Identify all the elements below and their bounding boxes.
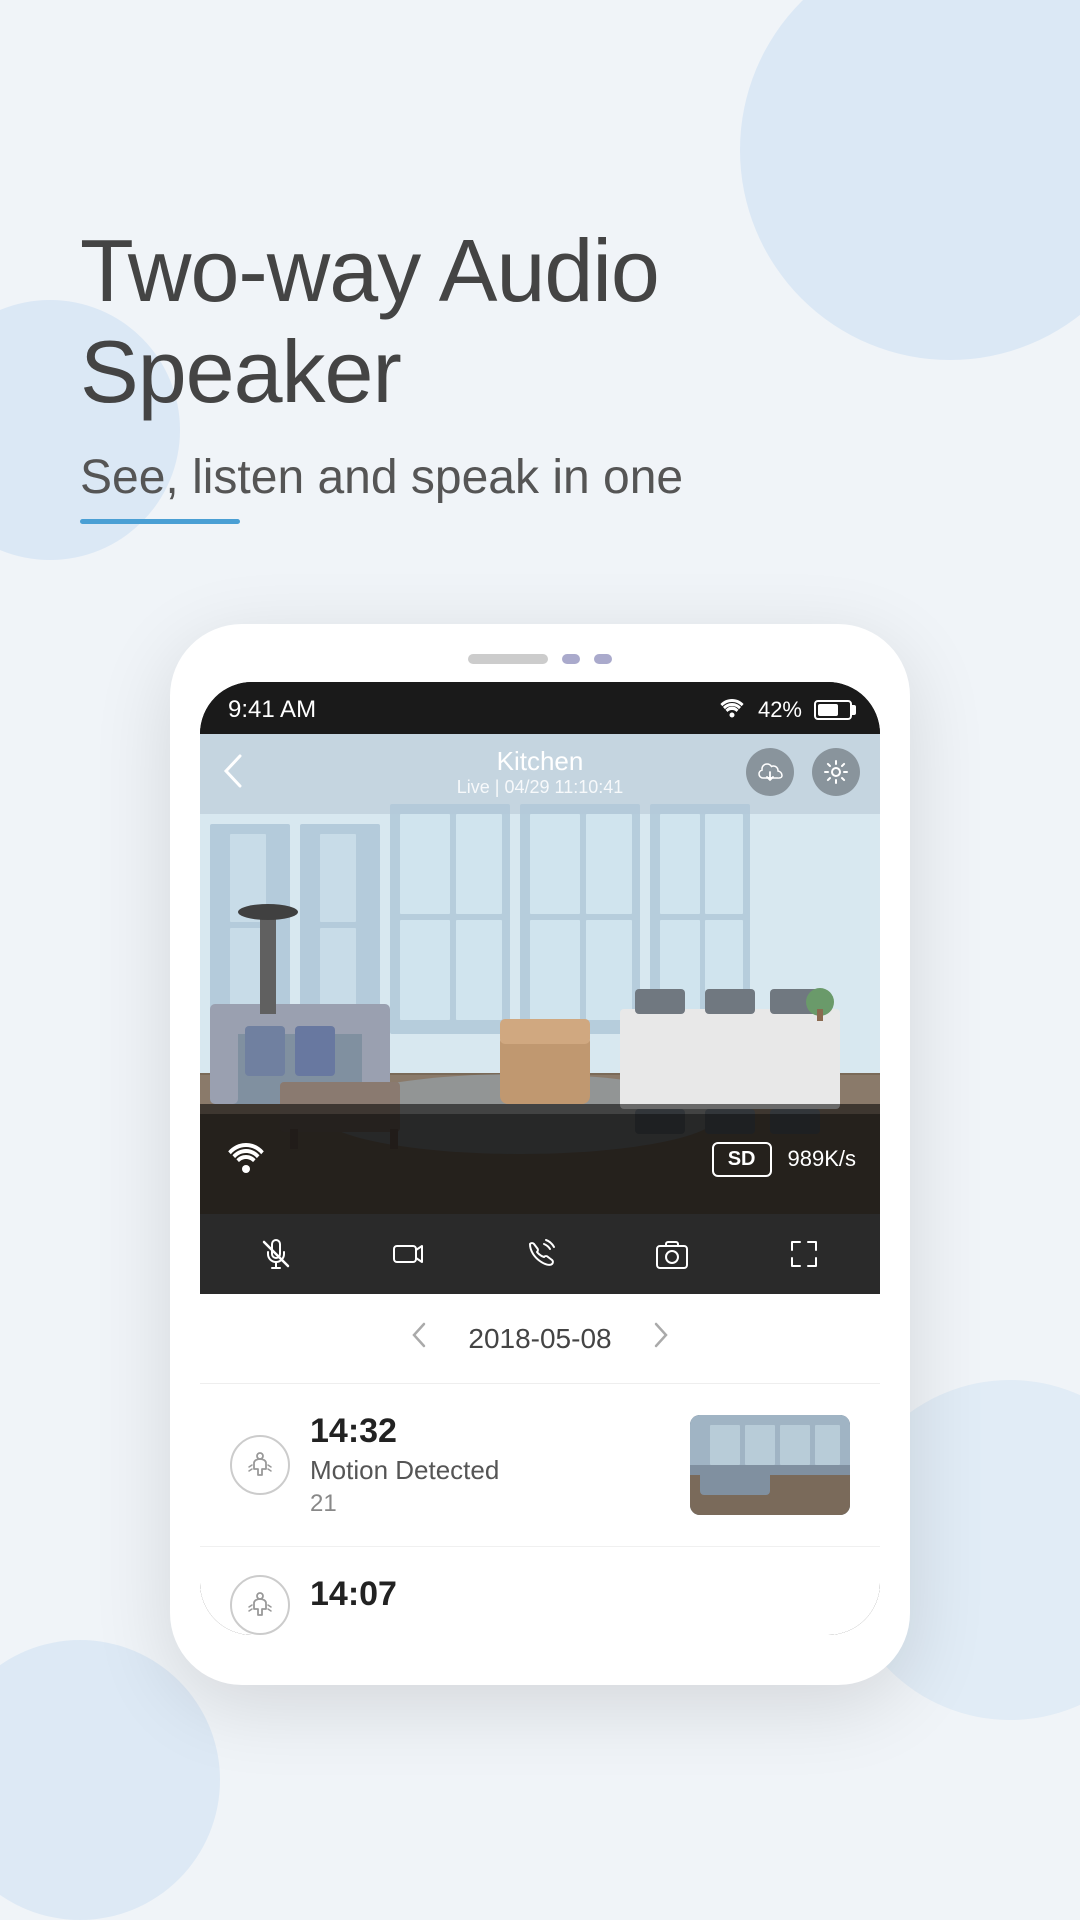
status-time: 9:41 AM	[228, 696, 316, 724]
event-type-0: Motion Detected	[310, 1455, 670, 1486]
status-bar: 9:41 AM 42%	[200, 682, 880, 734]
sd-badge: SD	[712, 1142, 772, 1177]
camera-title-area: Kitchen Live | 04/29 11:10:41	[457, 746, 624, 798]
dot-1[interactable]	[468, 654, 548, 664]
bitrate-display: 989K/s	[788, 1146, 857, 1172]
camera-live-info: Live | 04/29 11:10:41	[457, 777, 624, 798]
camera-bottom-overlay: SD 989K/s	[200, 1104, 880, 1214]
snapshot-button[interactable]	[654, 1236, 690, 1272]
phone-mockup-section: 9:41 AM 42%	[80, 624, 1000, 1685]
camera-name: Kitchen	[457, 746, 624, 777]
dot-2[interactable]	[562, 654, 580, 664]
event-time-0: 14:32	[310, 1412, 670, 1451]
live-separator: |	[495, 777, 505, 797]
date-prev-button[interactable]	[410, 1320, 428, 1357]
camera-top-icons	[746, 748, 860, 796]
dot-3[interactable]	[594, 654, 612, 664]
sd-quality-row: SD 989K/s	[712, 1142, 856, 1177]
event-thumbnail-0[interactable]	[690, 1415, 850, 1515]
camera-view: Kitchen Live | 04/29 11:10:41	[200, 734, 880, 1214]
status-icons: 42%	[718, 696, 852, 724]
phone-outer-card: 9:41 AM 42%	[170, 624, 910, 1685]
mute-button[interactable]	[258, 1236, 294, 1272]
current-date: 2018-05-08	[468, 1323, 611, 1355]
live-datetime: 04/29 11:10:41	[504, 777, 623, 797]
phone-frame: 9:41 AM 42%	[200, 682, 880, 1635]
carousel-dots[interactable]	[200, 654, 880, 664]
event-motion-icon-0	[230, 1435, 290, 1495]
battery-percentage: 42%	[758, 697, 802, 723]
hero-title: Two-way Audio Speaker	[80, 220, 1000, 422]
battery-icon	[814, 700, 852, 720]
event-time-1: 14:07	[310, 1575, 850, 1614]
wifi-icon	[718, 696, 746, 724]
event-item-1[interactable]: 14:07	[200, 1547, 880, 1635]
event-item-0[interactable]: 14:32 Motion Detected 21	[200, 1384, 880, 1547]
subtitle-underline	[80, 519, 240, 524]
event-count-0: 21	[310, 1490, 670, 1518]
events-list: 14:32 Motion Detected 21	[200, 1384, 880, 1635]
hero-subtitle: See, listen and speak in one	[80, 450, 1000, 505]
camera-control-bar	[200, 1214, 880, 1294]
live-label: Live	[457, 777, 490, 797]
event-info-0: 14:32 Motion Detected 21	[310, 1412, 670, 1518]
wifi-signal-area	[224, 1139, 268, 1180]
hero-title-line1: Two-way Audio	[80, 221, 659, 320]
date-selector: 2018-05-08	[200, 1294, 880, 1384]
audio-call-button[interactable]	[522, 1236, 558, 1272]
cloud-storage-button[interactable]	[746, 748, 794, 796]
camera-back-button[interactable]	[220, 752, 244, 798]
hero-section: Two-way Audio Speaker See, listen and sp…	[80, 0, 1000, 524]
date-next-button[interactable]	[652, 1320, 670, 1357]
hero-title-line2: Speaker	[80, 322, 401, 421]
record-button[interactable]	[390, 1236, 426, 1272]
event-info-1: 14:07	[310, 1575, 850, 1614]
settings-button[interactable]	[812, 748, 860, 796]
event-motion-icon-1	[230, 1575, 290, 1635]
fullscreen-button[interactable]	[786, 1236, 822, 1272]
